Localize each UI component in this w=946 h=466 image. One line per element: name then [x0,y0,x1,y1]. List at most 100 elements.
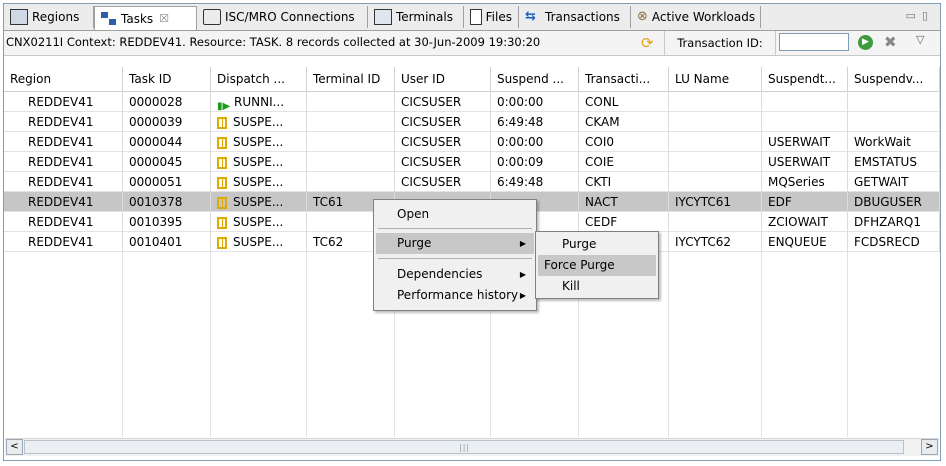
cell-suspend: 6:49:48 [491,172,579,192]
horizontal-scrollbar[interactable]: < ||| > [5,438,939,456]
cell-suspendvalue: FCDSRECD [848,232,940,252]
menu-item-purge[interactable]: Purge ▶ [376,233,534,254]
cell-suspendtype: USERWAIT [762,132,848,152]
maximize-icon[interactable]: ▯ [922,9,934,22]
cell-suspendvalue [848,92,940,112]
tab-label: Transactions [545,10,620,24]
cell-region: REDDEV41 [4,92,123,112]
view-menu-icon[interactable]: ▽ [916,33,924,46]
cell-suspend: 6:49:48 [491,112,579,132]
cell-suspend: 0:00:00 [491,132,579,152]
menu-item-purge-task[interactable]: Purge [538,234,656,255]
dispatch-text: SUSPE... [233,175,284,189]
cell-transaction: COI0 [579,132,669,152]
status-message: CNX0211I Context: REDDEV41. Resource: TA… [6,35,541,49]
column-header-user-id[interactable]: User ID [395,67,491,91]
column-header-suspendtype[interactable]: Suspendt... [762,67,848,91]
cell-terminal [307,112,395,132]
tab-terminals[interactable]: Terminals [368,6,464,28]
submenu-arrow-icon: ▶ [519,270,526,279]
cell-transaction: CEDF [579,212,669,232]
table-row[interactable]: REDDEV41 0000045 SUSPE... CICSUSER 0:00:09 CO… [4,152,940,172]
files-icon [470,9,482,25]
cell-task-id: 0010401 [123,232,211,252]
clear-filter-icon[interactable]: ✖ [884,33,897,51]
cell-transaction: CKAM [579,112,669,132]
tab-active-workloads[interactable]: ⊗ Active Workloads [631,6,761,28]
cell-dispatch: SUSPE... [211,192,307,212]
close-icon[interactable]: ☒ [159,12,169,25]
menu-item-performance-history[interactable]: Performance history ▶ [376,285,534,306]
cell-lu: IYCYTC61 [669,192,762,212]
table-row[interactable]: REDDEV41 0000051 SUSPE... CICSUSER 6:49:48 CK… [4,172,940,192]
grip-icon: ||| [459,443,471,452]
menu-item-label: Dependencies [397,267,483,281]
tab-isc-mro-connections[interactable]: ISC/MRO Connections [197,6,368,28]
run-filter-icon[interactable]: ▶ [858,35,873,50]
table-header: Region Task ID Dispatch ... Terminal ID … [4,67,940,92]
menu-item-kill[interactable]: Kill [538,276,656,297]
column-header-transaction[interactable]: Transacti... [579,67,669,91]
scroll-left-icon[interactable]: < [6,439,23,455]
cell-transaction: NACT [579,192,669,212]
column-header-lu-name[interactable]: LU Name [669,67,762,91]
scroll-thumb[interactable]: ||| [24,440,904,454]
cell-region: REDDEV41 [4,132,123,152]
cell-lu [669,172,762,192]
tab-label: Tasks [121,11,154,26]
cell-task-id: 0000044 [123,132,211,152]
cell-suspendtype: USERWAIT [762,152,848,172]
terminals-icon [374,9,392,25]
column-header-dispatch[interactable]: Dispatch ... [211,67,307,91]
refresh-icon[interactable]: ⟳ [641,34,654,52]
cell-lu [669,152,762,172]
table-row[interactable]: REDDEV41 0000028 ▮▶ RUNNI... CICSUSER 0:00:00… [4,92,940,112]
regions-icon [10,9,28,25]
tasks-icon [101,11,117,26]
cell-suspendtype [762,92,848,112]
tab-label: ISC/MRO Connections [225,10,355,24]
cell-suspendtype: ZCIOWAIT [762,212,848,232]
column-header-suspend[interactable]: Suspend ... [491,67,579,91]
menu-item-dependencies[interactable]: Dependencies ▶ [376,264,534,285]
tab-regions[interactable]: Regions [4,6,94,28]
menu-separator [378,258,532,259]
cell-user: CICSUSER [395,92,491,112]
cell-suspend: 0:00:09 [491,152,579,172]
column-header-task-id[interactable]: Task ID [123,67,211,91]
menu-item-force-purge[interactable]: Force Purge [538,255,656,276]
suspended-icon [217,136,227,149]
cell-user: CICSUSER [395,132,491,152]
tab-tasks[interactable]: Tasks ☒ [94,6,197,30]
submenu-arrow-icon: ▶ [519,291,526,300]
cell-task-id: 0010378 [123,192,211,212]
cell-lu [669,112,762,132]
cell-suspendvalue: DFHZARQ1 [848,212,940,232]
dispatch-text: SUSPE... [233,235,284,249]
scroll-right-icon[interactable]: > [921,439,938,455]
column-header-suspendvalue[interactable]: Suspendv... [848,67,940,91]
cell-dispatch: SUSPE... [211,232,307,252]
menu-item-open[interactable]: Open [376,204,534,225]
suspended-icon [217,196,227,209]
suspended-icon [217,236,227,249]
tab-files[interactable]: Files [464,6,519,28]
cell-task-id: 0010395 [123,212,211,232]
table-row[interactable]: REDDEV41 0000039 SUSPE... CICSUSER 6:49:48 CK… [4,112,940,132]
column-header-terminal-id[interactable]: Terminal ID [307,67,395,91]
tab-transactions[interactable]: ⇆ Transactions [519,6,631,28]
transaction-id-input[interactable] [779,33,849,51]
transaction-id-label: Transaction ID: [664,31,776,55]
cell-region: REDDEV41 [4,212,123,232]
tab-label: Active Workloads [651,10,756,24]
cell-user: CICSUSER [395,112,491,132]
minimize-icon[interactable]: ▭ [906,9,922,22]
cell-suspendtype: MQSeries [762,172,848,192]
suspended-icon [217,156,227,169]
cell-lu: IYCYTC62 [669,232,762,252]
cell-transaction: CKTI [579,172,669,192]
suspended-icon [217,176,227,189]
table-row[interactable]: REDDEV41 0000044 SUSPE... CICSUSER 0:00:00 CO… [4,132,940,152]
column-header-region[interactable]: Region [4,67,123,91]
menu-item-label: Performance history [397,288,519,302]
